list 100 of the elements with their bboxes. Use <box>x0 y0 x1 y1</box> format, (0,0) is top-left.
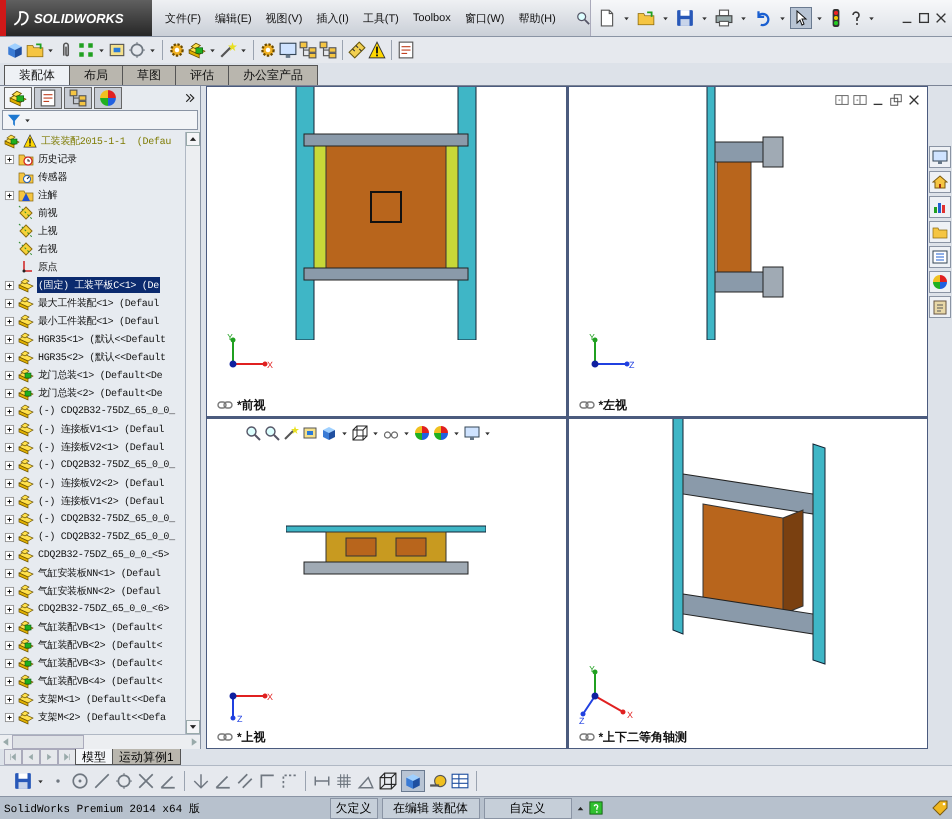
cross-icon[interactable] <box>137 772 155 790</box>
panel-tab[interactable] <box>4 87 32 109</box>
ruler-icon[interactable] <box>348 41 366 59</box>
tree-item[interactable]: 传感器 <box>37 169 68 185</box>
form-icon[interactable] <box>397 41 415 59</box>
line-icon[interactable] <box>93 772 111 790</box>
tree-item[interactable]: HGR35<2> (默认<<Default <box>37 349 167 365</box>
expand-toggle[interactable] <box>4 460 15 470</box>
task-pane-button[interactable] <box>929 196 951 218</box>
chevron-double-icon[interactable] <box>184 92 196 104</box>
panel-tab[interactable] <box>34 87 62 109</box>
expand-toggle[interactable] <box>4 550 15 560</box>
menu-item[interactable]: 帮助(H) <box>511 8 563 28</box>
expand-toggle[interactable] <box>4 406 15 416</box>
tree-item[interactable]: 历史记录 <box>37 151 78 167</box>
tree-item[interactable]: HGR35<1> (默认<<Default <box>37 331 167 347</box>
panel-tab[interactable] <box>94 87 122 109</box>
tree-item[interactable]: 支架M<2> (Default<<Defa <box>37 709 167 725</box>
tree-item[interactable]: 气缸安装板NN<2> (Defaul <box>37 583 162 599</box>
tree-item[interactable]: (-) 连接板V2<1> (Defaul <box>37 439 166 455</box>
tree-item[interactable]: (-) CDQ2B32-75DZ_65_0_0_ <box>37 512 176 526</box>
hierarchy-icon[interactable] <box>319 41 337 59</box>
tree-item[interactable]: (-) 连接板V2<2> (Defaul <box>37 475 166 491</box>
tree-item[interactable]: 上视 <box>37 223 58 239</box>
expand-toggle[interactable] <box>4 478 15 488</box>
expand-toggle[interactable] <box>4 370 15 380</box>
tag-icon[interactable] <box>932 800 948 816</box>
expand-toggle[interactable] <box>4 586 15 596</box>
tree-item[interactable]: 注解 <box>37 187 58 203</box>
blocks-square-icon[interactable] <box>188 41 206 59</box>
horizontal-scrollbar[interactable] <box>0 734 200 749</box>
menu-item[interactable]: Toolbox <box>406 9 458 27</box>
task-pane-button[interactable] <box>929 271 951 293</box>
tree-item[interactable]: 工装装配2015-1-1 (Defau <box>40 133 172 149</box>
tree-item[interactable]: CDQ2B32-75DZ_65_0_0_<6> <box>37 602 170 616</box>
tree-item[interactable]: (-) CDQ2B32-75DZ_65_0_0_ <box>37 404 176 418</box>
task-pane-button[interactable] <box>929 171 951 193</box>
dots-icon[interactable] <box>77 41 95 59</box>
zoom-icon[interactable] <box>264 425 280 441</box>
cube-icon[interactable] <box>6 41 24 59</box>
tree-item[interactable]: 气缸装配VB<2> (Default< <box>37 637 164 653</box>
tree-item[interactable]: 原点 <box>37 259 58 275</box>
zoom-icon[interactable] <box>576 11 590 25</box>
sphere-icon[interactable] <box>414 425 430 441</box>
sheet-tab[interactable]: 模型 <box>75 749 113 765</box>
expand-toggle[interactable] <box>4 568 15 578</box>
close-icon[interactable] <box>907 93 921 107</box>
tree-item[interactable]: 龙门总装<1> (Default<De <box>37 367 164 383</box>
help-square-icon[interactable] <box>588 801 602 815</box>
expand-toggle[interactable] <box>4 694 15 704</box>
expand-toggle[interactable] <box>4 190 15 200</box>
sphere-icon[interactable] <box>433 425 449 441</box>
ring-icon[interactable] <box>128 41 146 59</box>
expand-toggle[interactable] <box>4 352 15 362</box>
grid-icon[interactable] <box>335 772 353 790</box>
tape-measure-icon[interactable] <box>429 772 447 790</box>
tree-item[interactable]: 右视 <box>37 241 58 257</box>
expand-toggle[interactable] <box>4 532 15 542</box>
double-line-icon[interactable] <box>236 772 254 790</box>
task-pane-button[interactable] <box>929 296 951 318</box>
gear-icon[interactable] <box>259 41 277 59</box>
sheet-tab[interactable]: 运动算例1 <box>112 749 181 765</box>
expand-toggle[interactable] <box>4 640 15 650</box>
viewport[interactable]: Y X Z *上下二等角轴测 <box>568 419 927 748</box>
menu-item[interactable]: 视图(V) <box>258 8 310 28</box>
tree-item[interactable]: 最大工件装配<1> (Defaul <box>37 295 160 311</box>
table-icon[interactable] <box>451 772 469 790</box>
command-tab[interactable]: 草图 <box>122 65 176 85</box>
expand-toggle[interactable] <box>4 604 15 614</box>
circle-icon[interactable] <box>71 772 89 790</box>
tree-item[interactable]: 气缸装配VB<1> (Default< <box>37 619 164 635</box>
dotted-corner-icon[interactable] <box>280 772 298 790</box>
tree-item[interactable]: 前视 <box>37 205 58 221</box>
tree-item[interactable]: 最小工件装配<1> (Defaul <box>37 313 160 329</box>
corner-icon[interactable] <box>258 772 276 790</box>
expand-toggle[interactable] <box>4 388 15 398</box>
wand-icon[interactable] <box>283 425 299 441</box>
menu-item[interactable]: 插入(I) <box>309 8 356 28</box>
tree-item[interactable]: 支架M<1> (Default<<Defa <box>37 691 167 707</box>
viewport[interactable]: X Z *上视 <box>207 419 566 748</box>
maximize-icon[interactable] <box>917 11 931 25</box>
gear-icon[interactable] <box>168 41 186 59</box>
tree-item[interactable]: 气缸装配VB<4> (Default< <box>37 673 164 689</box>
expand-toggle[interactable] <box>4 658 15 668</box>
tree-item[interactable]: (-) 连接板V1<1> (Defaul <box>37 421 166 437</box>
task-pane-button[interactable] <box>929 146 951 168</box>
expand-toggle[interactable] <box>4 298 15 308</box>
task-pane-button[interactable] <box>929 246 951 268</box>
viewport[interactable]: Y Z *左视 <box>568 87 927 416</box>
monitor-icon[interactable] <box>279 41 297 59</box>
expand-toggle[interactable] <box>4 442 15 452</box>
expand-toggle[interactable] <box>4 334 15 344</box>
command-tab[interactable]: 装配体 <box>4 65 70 85</box>
expand-toggle[interactable] <box>4 154 15 164</box>
tree-item[interactable]: (-) 连接板V1<2> (Defaul <box>37 493 166 509</box>
expand-toggle[interactable] <box>4 712 15 722</box>
expand-toggle[interactable] <box>4 496 15 506</box>
panel-tab[interactable] <box>64 87 92 109</box>
tree-item[interactable]: 龙门总装<2> (Default<De <box>37 385 164 401</box>
command-tab[interactable]: 办公室产品 <box>228 65 318 85</box>
